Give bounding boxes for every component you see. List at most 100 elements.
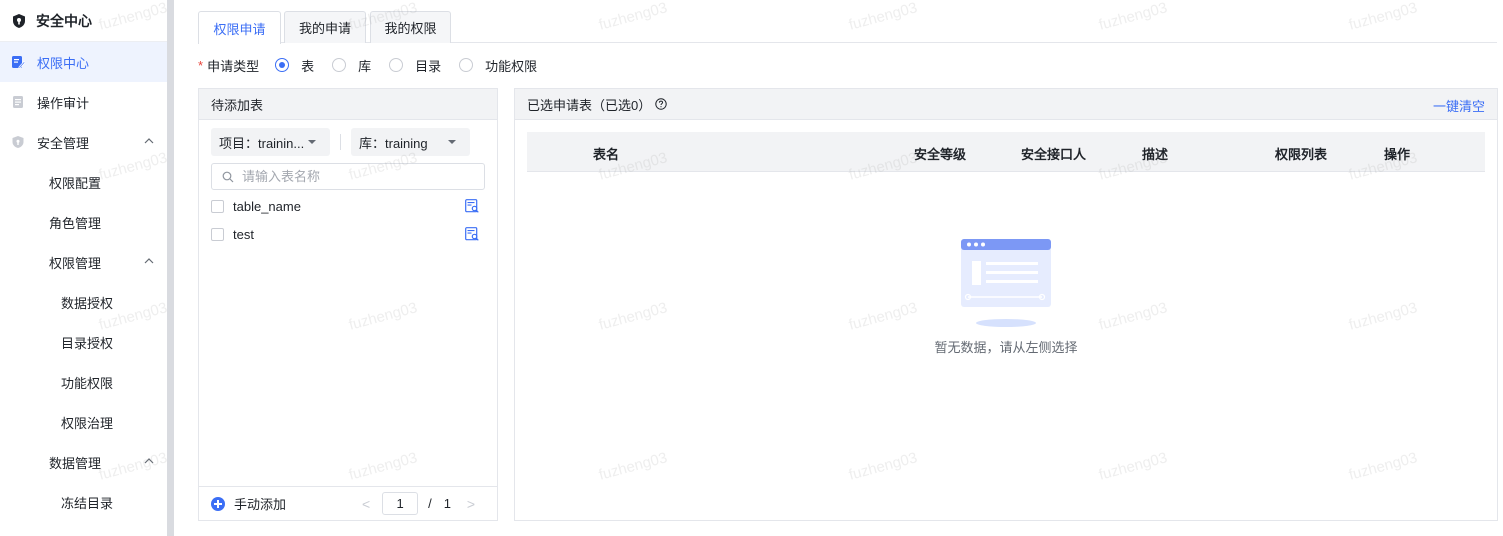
tab-label: 我的权限 <box>384 21 437 36</box>
sidebar-item-permission-center[interactable]: 权限中心 <box>0 42 167 82</box>
sidebar-item-data-management[interactable]: 数据管理 <box>0 442 167 482</box>
sidebar-scrollbar[interactable] <box>167 0 174 536</box>
empty-state-text: 暂无数据，请从左侧选择 <box>934 340 1078 355</box>
table-search-input[interactable] <box>242 169 462 184</box>
radio-label: 库 <box>358 58 372 74</box>
pagination: < 1 / 1 > <box>358 492 479 515</box>
table-checkbox[interactable] <box>211 199 224 213</box>
sidebar-item-catalog-authorization[interactable]: 目录授权 <box>0 322 167 362</box>
sidebar-item-function-permission[interactable]: 功能权限 <box>0 362 167 402</box>
caret-down-icon <box>308 140 316 144</box>
pending-tables-title: 待添加表 <box>199 89 497 120</box>
pending-tables-footer: 手动添加 < 1 / 1 > <box>199 486 497 520</box>
search-icon <box>222 171 234 182</box>
sidebar-item-data-authorization[interactable]: 数据授权 <box>0 282 167 322</box>
plus-circle-icon <box>211 496 225 511</box>
sidebar-item-label: 数据管理 <box>49 455 102 471</box>
selected-table-header: 表名 安全等级 安全接口人 描述 权限列表 操作 <box>527 132 1485 172</box>
radio-label: 表 <box>301 58 315 74</box>
table-checkbox[interactable] <box>211 227 224 241</box>
sidebar-header: 安全中心 <box>0 0 167 42</box>
list-item: table_name <box>211 192 485 220</box>
manual-add-button[interactable]: 手动添加 <box>211 494 286 513</box>
selected-tables-title: 已选申请表（已选0） <box>527 97 652 113</box>
sidebar-item-label: 权限配置 <box>49 175 102 191</box>
sidebar-item-label: 权限治理 <box>61 415 114 431</box>
list-item: test <box>211 220 485 248</box>
column-header-security-contact: 安全接口人 <box>1021 147 1087 162</box>
sidebar-item-label: 数据授权 <box>61 295 114 311</box>
sidebar-item-label: 安全管理 <box>37 135 90 151</box>
sidebar-item-label: 操作审计 <box>37 95 90 111</box>
radio-database[interactable]: 库 <box>332 56 371 75</box>
radio-dot <box>389 58 404 72</box>
edit-doc-icon <box>12 56 25 69</box>
page-number-input[interactable]: 1 <box>382 492 419 515</box>
sidebar-item-role-management[interactable]: 角色管理 <box>0 202 167 242</box>
database-select[interactable]: 库：training <box>351 128 470 156</box>
radio-function-permission[interactable]: 功能权限 <box>459 56 537 75</box>
radio-table[interactable]: 表 <box>275 56 314 75</box>
sidebar-item-permission-governance[interactable]: 权限治理 <box>0 402 167 442</box>
next-page-button[interactable]: > <box>463 496 479 512</box>
apply-type-row: * 申请类型 表 库 目录 功能权限 <box>198 54 555 76</box>
project-select[interactable]: 项目：trainin... <box>211 128 330 156</box>
sidebar-item-operation-audit[interactable]: 操作审计 <box>0 82 167 122</box>
help-circle-icon[interactable] <box>655 98 667 110</box>
pending-tables-panel: 待添加表 项目：trainin... 库：training 请输入表名称 tab… <box>198 88 498 521</box>
tab-my-permissions[interactable]: 我的权限 <box>370 11 451 43</box>
sidebar: 安全中心 权限中心 操作审计 安全管理 权限配置 角色管理 权限管理 数据授权 … <box>0 0 167 536</box>
filter-row: 项目：trainin... 库：training <box>211 128 485 156</box>
app-root: 安全中心 权限中心 操作审计 安全管理 权限配置 角色管理 权限管理 数据授权 … <box>0 0 1503 536</box>
page-total: 1 <box>443 496 451 511</box>
sidebar-item-label: 冻结目录 <box>61 495 114 511</box>
manual-add-label: 手动添加 <box>234 497 287 512</box>
sidebar-item-label: 功能权限 <box>61 375 114 391</box>
tab-label: 我的申请 <box>298 21 351 36</box>
tab-permission-apply[interactable]: 权限申请 <box>198 11 281 44</box>
chevron-up-icon <box>144 138 154 144</box>
radio-catalog[interactable]: 目录 <box>389 56 441 75</box>
sidebar-item-permission-config[interactable]: 权限配置 <box>0 162 167 202</box>
table-detail-icon[interactable] <box>465 227 479 241</box>
chevron-up-icon <box>144 258 154 264</box>
column-header-description: 描述 <box>1142 147 1169 162</box>
divider <box>340 134 341 150</box>
selected-tables-panel: 已选申请表（已选0） 一键清空 表名 安全等级 安全接口人 描述 权限列表 操作 <box>514 88 1498 521</box>
tab-my-applications[interactable]: 我的申请 <box>284 11 366 43</box>
empty-data-illustration-icon <box>961 239 1051 327</box>
sidebar-item-frozen-catalog[interactable]: 冻结目录 <box>0 482 167 522</box>
empty-state: 暂无数据，请从左侧选择 <box>515 239 1497 356</box>
prev-page-button[interactable]: < <box>358 496 374 512</box>
clear-all-button[interactable]: 一键清空 <box>1433 96 1485 115</box>
radio-label: 功能权限 <box>485 58 538 74</box>
page-separator: / <box>428 496 432 511</box>
column-header-security-level: 安全等级 <box>914 147 967 162</box>
radio-dot <box>459 58 474 72</box>
main-content: 权限申请 我的申请 我的权限 * 申请类型 表 库 目录 功能权限 待添加表 项… <box>174 0 1503 536</box>
sidebar-item-label: 权限中心 <box>37 55 90 71</box>
required-mark: * <box>198 57 204 73</box>
table-detail-icon[interactable] <box>465 199 479 213</box>
sidebar-item-label: 权限管理 <box>49 255 102 271</box>
sidebar-item-label: 目录授权 <box>61 335 114 351</box>
sidebar-item-security-management[interactable]: 安全管理 <box>0 122 167 162</box>
apply-type-label: 申请类型 <box>207 58 260 74</box>
project-select-value: 项目：trainin... <box>219 135 305 151</box>
shield-logo-icon <box>13 13 25 28</box>
table-name: table_name <box>233 198 301 214</box>
column-header-actions: 操作 <box>1384 147 1411 162</box>
sidebar-menu: 权限中心 操作审计 安全管理 权限配置 角色管理 权限管理 数据授权 目录授权 … <box>0 42 167 522</box>
sidebar-item-permission-management[interactable]: 权限管理 <box>0 242 167 282</box>
database-select-value: 库：training <box>359 135 428 151</box>
pending-table-list: table_name test <box>211 192 485 248</box>
table-search[interactable] <box>211 163 485 190</box>
selected-tables-header: 已选申请表（已选0） 一键清空 <box>515 89 1497 120</box>
tab-bar: 权限申请 我的申请 我的权限 <box>198 11 1497 44</box>
sidebar-item-label: 角色管理 <box>49 215 102 231</box>
column-header-permission-list: 权限列表 <box>1275 147 1328 162</box>
shield-icon <box>12 136 24 148</box>
document-icon <box>13 96 23 108</box>
chevron-up-icon <box>144 458 154 464</box>
radio-dot <box>275 58 290 72</box>
